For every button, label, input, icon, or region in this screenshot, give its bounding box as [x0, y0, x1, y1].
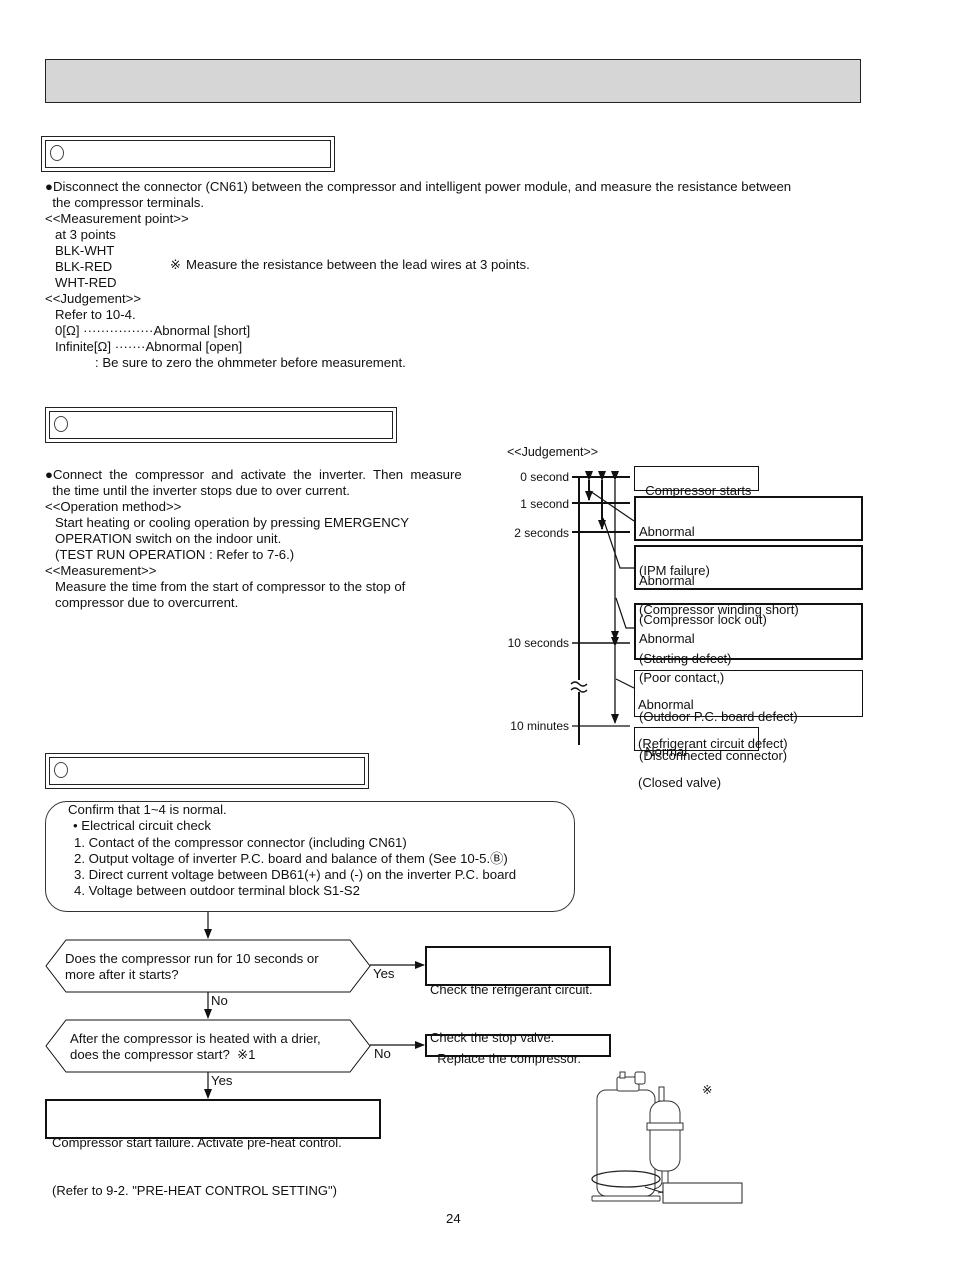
section-marker-icon	[54, 762, 68, 778]
confirm-bullet: • Electrical circuit check	[73, 818, 211, 833]
decision-1-question-line-2: more after it starts?	[65, 967, 179, 982]
decision-1-question-line-1: Does the compressor run for 10 seconds o…	[65, 951, 319, 966]
result-refrigerant-circuit: Abnormal (Refrigerant circuit defect) (C…	[634, 670, 863, 789]
pre-heat-control-box: Compressor start failure. Activate pre-h…	[45, 1099, 381, 1198]
result-normal: Normal	[634, 727, 759, 758]
decision-1-yes-label: Yes	[373, 966, 395, 981]
decision-2-question-line-1: After the compressor is heated with a dr…	[70, 1031, 321, 1046]
refrigerant-check-box: Check the refrigerant circuit. Check the…	[425, 946, 611, 1045]
result-poor-contact: Abnormal (Poor contact,) (Outdoor P.C. b…	[634, 603, 863, 762]
result-compressor-lock-out: Abnormal (Compressor lock out) (Starting…	[634, 545, 863, 665]
result-compressor-starts: Compressor starts	[634, 466, 759, 497]
decision-2-yes-label: Yes	[211, 1073, 233, 1088]
confirm-item: 4. Voltage between outdoor terminal bloc…	[74, 883, 360, 898]
decision-1-no-label: No	[211, 993, 228, 1008]
section-3-title-box	[45, 753, 369, 789]
result-ipm-failure: Abnormal (IPM failure) (Compressor windi…	[634, 496, 863, 616]
leader-refrigerant	[615, 678, 635, 689]
confirm-heading: Confirm that 1~4 is normal.	[68, 802, 227, 817]
confirm-item: 3. Direct current voltage between DB61(+…	[74, 867, 517, 882]
compressor-illustration	[591, 1071, 743, 1204]
decision-2-no-label: No	[374, 1046, 391, 1061]
leader-lock	[602, 517, 634, 569]
decision-2-question-line-2: does the compressor start? ※1	[70, 1047, 256, 1062]
confirm-item: 2. Output voltage of inverter P.C. board…	[74, 851, 508, 866]
callout-label-box	[662, 1182, 743, 1204]
page-number: 24	[446, 1211, 461, 1226]
replace-compressor-box: Replace the compressor.	[425, 1034, 611, 1065]
confirm-item: 1. Contact of the compressor connector (…	[74, 835, 407, 850]
illustration-note-icon: ※	[702, 1083, 713, 1097]
leader-poor-contact	[615, 597, 634, 629]
leader-ipm	[589, 490, 635, 522]
